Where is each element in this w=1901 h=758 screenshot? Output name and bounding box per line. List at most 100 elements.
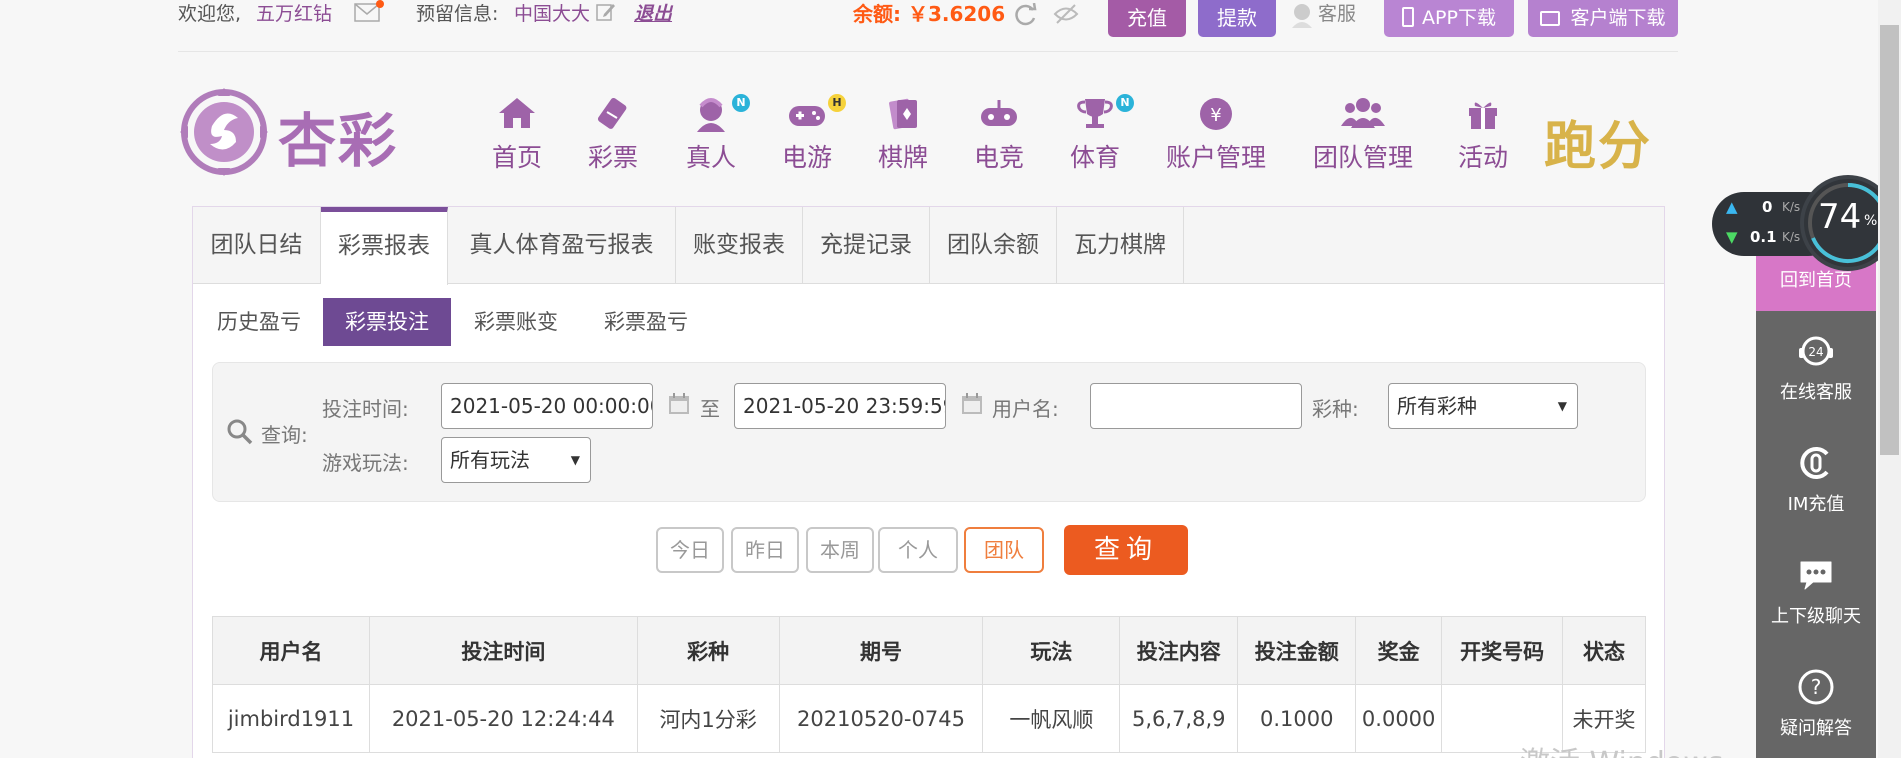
query-form: 查询: 投注时间: 2021-05-20 00:00:00 至 2021-05-… <box>212 362 1646 502</box>
subtab-lottery-change[interactable]: 彩票账变 <box>468 298 564 346</box>
svg-text:?: ? <box>1811 675 1822 699</box>
cell-username: jimbird1911 <box>212 684 370 753</box>
hierarchy-chat-label: 上下级聊天 <box>1771 606 1861 627</box>
calendar-icon[interactable] <box>961 393 983 415</box>
tab-team-balance[interactable]: 团队余额 <box>930 207 1057 284</box>
mail-icon[interactable] <box>354 0 384 32</box>
col-issue: 期号 <box>778 616 984 685</box>
gift-icon <box>1458 96 1508 132</box>
col-username: 用户名 <box>212 616 370 685</box>
report-tabs: 团队日结 彩票报表 真人体育盈亏报表 账变报表 充提记录 团队余额 瓦力棋牌 <box>193 207 1664 285</box>
svg-text:¥: ¥ <box>1210 105 1221 126</box>
app-download-button[interactable]: APP下载 <box>1384 0 1514 37</box>
cards-icon <box>878 96 928 132</box>
withdraw-button[interactable]: 提款 <box>1198 0 1276 37</box>
subtab-history-pl[interactable]: 历史盈亏 <box>212 298 306 346</box>
username-input[interactable] <box>1090 383 1302 429</box>
lottery-type-select[interactable]: 所有彩种 <box>1388 383 1578 429</box>
paofen-link[interactable]: 跑分 <box>1544 104 1652 179</box>
table-row[interactable]: jimbird1911 2021-05-20 12:24:44 河内1分彩 20… <box>212 684 1646 753</box>
start-time-input[interactable]: 2021-05-20 00:00:00 <box>441 383 653 429</box>
this-week-button[interactable]: 本周 <box>806 527 874 573</box>
client-download-label: 客户端下载 <box>1570 7 1666 29</box>
subtab-lottery-bets[interactable]: 彩票投注 <box>323 298 451 346</box>
end-time-input[interactable]: 2021-05-20 23:59:59 <box>734 383 946 429</box>
nav-account-label: 账户管理 <box>1166 143 1267 172</box>
upload-unit: K/s <box>1782 200 1801 214</box>
gamepad-icon: H <box>782 94 846 132</box>
play-type-select[interactable]: 所有玩法 <box>441 437 591 483</box>
upload-arrow-icon: ▲ <box>1726 198 1738 216</box>
nav-esports[interactable]: 电竞 <box>974 96 1024 174</box>
query-title: 查询: <box>261 423 308 447</box>
new-badge: N <box>732 94 750 112</box>
nav-esports-label: 电竞 <box>974 143 1025 172</box>
col-prize: 奖金 <box>1355 616 1443 685</box>
bet-time-label: 投注时间: <box>322 397 409 421</box>
tab-wali-chess[interactable]: 瓦力棋牌 <box>1057 207 1184 284</box>
subtab-lottery-pl[interactable]: 彩票盈亏 <box>598 298 694 346</box>
download-speed: 0.1 <box>1750 228 1777 246</box>
service-link[interactable]: 客服 <box>1318 0 1356 28</box>
col-status: 状态 <box>1562 616 1646 685</box>
team-button[interactable]: 团队 <box>964 527 1044 573</box>
edit-icon[interactable] <box>596 2 616 30</box>
nav-slots-label: 电游 <box>782 143 833 172</box>
calendar-icon[interactable] <box>668 393 690 415</box>
nav-sports[interactable]: N 体育 <box>1070 94 1134 174</box>
nav-activity-label: 活动 <box>1458 143 1509 172</box>
team-icon <box>1313 96 1413 132</box>
nav-slots[interactable]: H 电游 <box>782 94 846 174</box>
im-recharge-button[interactable]: IM充值 <box>1756 444 1876 516</box>
online-service-button[interactable]: 24 在线客服 <box>1756 332 1876 404</box>
nav-cards[interactable]: 棋牌 <box>878 96 928 174</box>
esports-icon <box>974 96 1024 132</box>
personal-button[interactable]: 个人 <box>878 527 958 573</box>
hide-eye-icon[interactable] <box>1053 3 1079 33</box>
im-recharge-label: IM充值 <box>1787 494 1845 515</box>
username-link[interactable]: 五万红钻 <box>256 0 332 28</box>
today-button[interactable]: 今日 <box>656 527 724 573</box>
app-download-label: APP下载 <box>1422 7 1496 29</box>
phone-icon <box>1402 7 1415 27</box>
nav-lottery[interactable]: 彩票 <box>588 96 638 174</box>
col-content: 投注内容 <box>1119 616 1239 685</box>
live-dealer-icon: N <box>686 94 750 132</box>
recharge-button[interactable]: 充值 <box>1108 0 1186 37</box>
logo-text: 杏彩 <box>278 107 399 175</box>
welcome-text: 欢迎您, <box>178 3 242 25</box>
nav-live[interactable]: N 真人 <box>686 94 750 174</box>
nav-team[interactable]: 团队管理 <box>1313 96 1413 174</box>
tab-live-sports-report[interactable]: 真人体育盈亏报表 <box>448 207 676 284</box>
percent-sign: % <box>1864 213 1878 229</box>
faq-button[interactable]: ? 疑问解答 <box>1756 668 1876 740</box>
nav-cards-label: 棋牌 <box>878 143 929 172</box>
logout-link[interactable]: 退出 <box>634 0 672 28</box>
col-play: 玩法 <box>982 616 1121 685</box>
site-logo[interactable]: 杏彩 <box>178 86 418 178</box>
headset-24-icon: 24 <box>1799 336 1833 366</box>
col-bet-time: 投注时间 <box>368 616 638 685</box>
balance-text: 余额: ￥3.6206 <box>853 2 1006 26</box>
cell-bet-time: 2021-05-20 12:24:44 <box>368 684 638 753</box>
scrollbar-thumb[interactable] <box>1880 25 1899 455</box>
tab-account-change[interactable]: 账变报表 <box>676 207 803 284</box>
tab-deposit-withdraw[interactable]: 充提记录 <box>803 207 930 284</box>
nav-account[interactable]: ¥ 账户管理 <box>1166 96 1266 174</box>
home-icon <box>492 96 542 132</box>
client-download-button[interactable]: 客户端下载 <box>1528 0 1678 37</box>
hierarchy-chat-button[interactable]: 上下级聊天 <box>1756 556 1876 628</box>
tab-team-daily[interactable]: 团队日结 <box>193 207 321 284</box>
hot-badge: H <box>828 94 846 112</box>
yesterday-button[interactable]: 昨日 <box>731 527 799 573</box>
service-avatar-icon[interactable] <box>1290 2 1314 36</box>
tab-lottery-report[interactable]: 彩票报表 <box>321 207 448 285</box>
nav-live-label: 真人 <box>686 143 737 172</box>
refresh-icon[interactable] <box>1013 2 1039 35</box>
back-home-label: 回到首页 <box>1780 270 1852 291</box>
play-type-value: 所有玩法 <box>450 448 530 472</box>
search-button[interactable]: 查询 <box>1064 525 1188 575</box>
nav-activity[interactable]: 活动 <box>1458 96 1508 174</box>
table-header-row: 用户名 投注时间 彩种 期号 玩法 投注内容 投注金额 奖金 开奖号码 状态 <box>212 616 1646 685</box>
nav-home[interactable]: 首页 <box>492 96 542 174</box>
